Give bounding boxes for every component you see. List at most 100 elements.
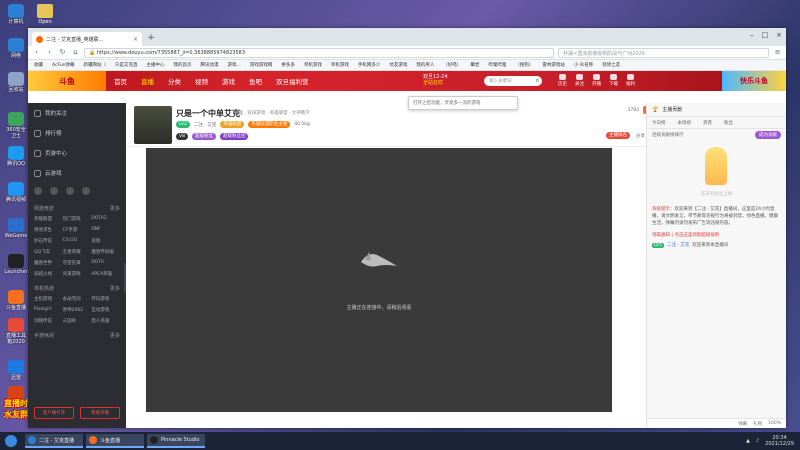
nav-event[interactable]: 双旦福利营	[276, 76, 309, 86]
gift-notice[interactable]: 领取通知 | 点击这里领取超级福利	[647, 230, 786, 240]
game-category-link[interactable]: 穿越火线	[34, 271, 63, 277]
new-tab-button[interactable]: +	[145, 33, 157, 45]
close-tab-icon[interactable]: ×	[133, 36, 138, 43]
desktop-icon-video[interactable]: 腾讯视频	[4, 182, 28, 203]
single-game-link[interactable]: 永劫无间	[63, 296, 92, 302]
sidebar-item-webgames[interactable]: 页游中心	[28, 143, 126, 163]
single-game-link[interactable]: Pixelgirl	[34, 307, 63, 313]
download-button[interactable]: 下载	[609, 74, 618, 87]
single-game-link[interactable]: 互动游戏	[91, 307, 120, 313]
game-category-link[interactable]: 逃跑	[91, 238, 120, 244]
minimize-icon[interactable]: –	[750, 31, 754, 39]
history-button[interactable]: 历史	[558, 74, 567, 87]
browser-search-input[interactable]: 补漏+遗派剑接受新阶段与广州2026	[558, 47, 769, 58]
sidebar-item-follow[interactable]: 我的关注	[28, 103, 126, 123]
game-category-link[interactable]: 魔兽怀旧服	[91, 249, 120, 255]
home-icon[interactable]: ⌂	[71, 48, 80, 57]
bookmark-item[interactable]: 单机游戏	[304, 62, 322, 68]
bookmark-item[interactable]: 手机网多少	[358, 62, 381, 68]
follow-list-button[interactable]: 关注	[575, 74, 584, 87]
game-category-link[interactable]: APEX英雄	[91, 271, 120, 277]
desktop-icon-360[interactable]: 360安全卫士	[4, 112, 28, 139]
forward-icon[interactable]: ›	[45, 48, 54, 57]
bookmark-item[interactable]: 游戏游戏网	[250, 62, 273, 68]
share-button[interactable]: 分享	[636, 133, 645, 139]
bookmark-item[interactable]: 哔哩哔哩	[488, 62, 506, 68]
game-category-link[interactable]: 炉石传说	[34, 238, 63, 244]
more-icon[interactable]	[82, 187, 90, 195]
bookmark-item[interactable]: 我的男人	[416, 62, 434, 68]
single-game-link[interactable]: 怀旧游戏	[91, 296, 120, 302]
game-category-link[interactable]: DOTA	[91, 260, 120, 266]
game-category-link[interactable]: 绝地求生	[34, 227, 63, 233]
live-icon[interactable]	[34, 187, 42, 195]
desktop-icon-open[interactable]: Open	[33, 4, 57, 25]
nav-live[interactable]: 直播	[141, 76, 154, 86]
become-contributor-button[interactable]: 成为贡献	[755, 131, 781, 139]
game-category-link[interactable]: CS:GO	[63, 238, 92, 244]
go-live-button[interactable]: 我要开播	[80, 407, 120, 419]
video-icon[interactable]	[50, 187, 58, 195]
browser-tab[interactable]: 二注 - 艾克直播_英雄联... ×	[32, 32, 142, 46]
gift-toggle[interactable]: 礼物	[753, 421, 762, 427]
bookmark-item[interactable]: 单机游戏	[331, 62, 349, 68]
taskbar-app-browser[interactable]: 二注 - 艾克直播	[25, 434, 83, 448]
single-game-link[interactable]: 剑网传说	[34, 318, 63, 324]
game-category-link[interactable]: 问道游戏	[63, 271, 92, 277]
tab-weekly[interactable]: 本周榜	[678, 120, 692, 126]
welfare-button[interactable]: 福利	[626, 74, 635, 87]
bookmark-item[interactable]: 我的首页	[174, 62, 192, 68]
streamer-avatar[interactable]	[134, 106, 172, 144]
tab-vip[interactable]: 贵宾	[703, 120, 712, 126]
back-icon[interactable]: ‹	[32, 48, 41, 57]
single-game-link[interactable]: 原神2062	[63, 307, 92, 313]
tab-daily[interactable]: 今日榜	[652, 120, 666, 126]
category-badge[interactable]: 英雄联盟	[220, 121, 245, 128]
bookmark-item[interactable]: 攀岩	[470, 62, 479, 68]
bookmark-item[interactable]: 装修之友	[602, 62, 620, 68]
clock[interactable]: 20:34 2021/12/29	[765, 435, 794, 447]
tab-fans[interactable]: 粉丝	[724, 120, 733, 126]
game-category-link[interactable]: DOTA2	[91, 216, 120, 222]
game-category-link[interactable]: 热门游戏	[63, 216, 92, 222]
bookmark-item[interactable]: 只是艾克直	[115, 62, 138, 68]
menu-icon[interactable]: ≡	[773, 48, 782, 57]
reload-icon[interactable]: ↻	[58, 48, 67, 57]
game-category-link[interactable]: 守望先锋	[63, 260, 92, 266]
nav-home[interactable]: 首页	[114, 76, 127, 86]
start-button[interactable]	[0, 432, 22, 450]
nav-games[interactable]: 游戏	[222, 76, 235, 86]
game-category-link[interactable]: 王者荣耀	[63, 249, 92, 255]
search-icon[interactable]: ⌕	[536, 77, 539, 85]
douyu-logo[interactable]: 斗鱼	[28, 71, 106, 91]
game-category-link[interactable]: DNF	[91, 227, 120, 233]
bookmark-item[interactable]: （好嗒）	[443, 62, 461, 68]
desktop-icon-wegame[interactable]: WeGame	[4, 218, 28, 239]
game-category-link[interactable]: CF手游	[63, 227, 92, 233]
bookmark-item[interactable]: 新疆网站（	[84, 62, 107, 68]
desktop-icon-launcher[interactable]: Launcher	[4, 254, 28, 275]
taskbar-app-studio[interactable]: Pinnacle Studio	[147, 434, 205, 448]
url-field[interactable]: 🔒 https://www.douyu.com/7355887_ji=0.363…	[84, 47, 554, 58]
desktop-icon-douyu[interactable]: 斗鱼直播	[4, 290, 28, 311]
rank-badge[interactable]: 主播排名	[606, 132, 630, 139]
sidebar-item-ranking[interactable]: 排行榜	[28, 123, 126, 143]
close-window-icon[interactable]: ×	[776, 31, 782, 39]
bookmark-item[interactable]: 主播中心	[147, 62, 165, 68]
desktop-icon-computer[interactable]: 计算机	[4, 4, 28, 25]
fan-badge[interactable]: 超级粉丝	[191, 133, 216, 140]
client-open-button[interactable]: 客户端打开	[34, 407, 74, 419]
game-category-link[interactable]: QQ飞车	[34, 249, 63, 255]
bookmark-item[interactable]: 坑友游戏	[389, 62, 407, 68]
volume-icon[interactable]: ♪	[756, 438, 759, 444]
desktop-icon-recycle[interactable]: 回收站	[4, 72, 28, 93]
game-category-link[interactable]: 魔兽世界	[34, 260, 63, 266]
bookmark-item[interactable]: 游戏...	[228, 62, 241, 68]
star-icon[interactable]	[66, 187, 74, 195]
maximize-icon[interactable]: □	[762, 31, 769, 39]
event-banner[interactable]: 双旦12-24 全站狂欢	[423, 74, 448, 86]
mascot-banner[interactable]: 快乐斗鱼	[722, 71, 786, 91]
bookmark-item[interactable]: 收藏	[34, 62, 43, 68]
network-tray-icon[interactable]: ▲	[746, 438, 750, 444]
taskbar-app-douyu[interactable]: 斗鱼直播	[86, 434, 144, 448]
